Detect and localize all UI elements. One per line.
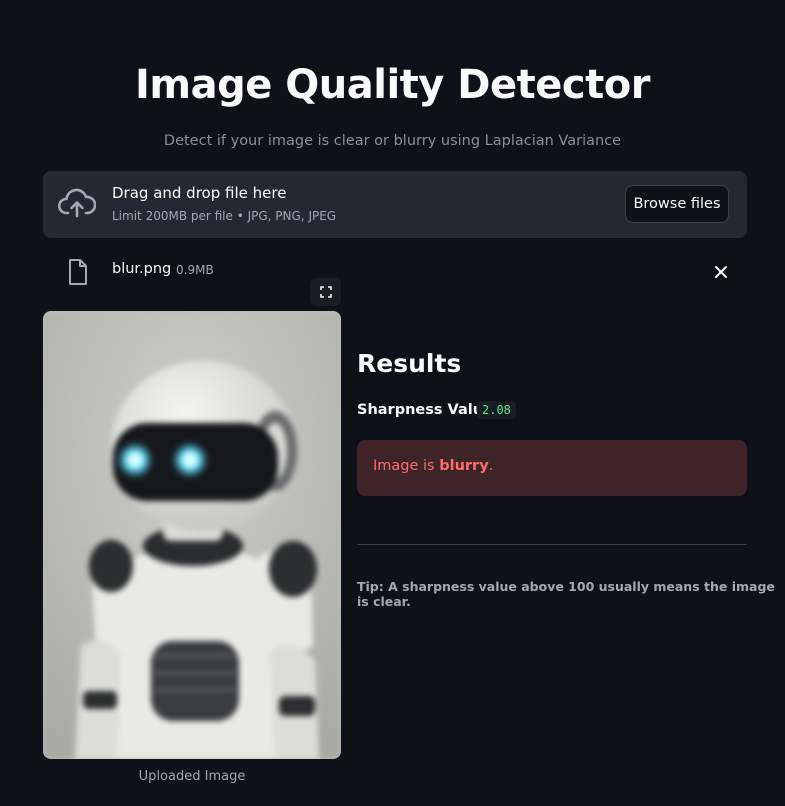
file-limit-text: Limit 200MB per file • JPG, PNG, JPEG (112, 209, 337, 223)
blurry-error-alert: Image is blurry. (357, 440, 747, 496)
file-icon (67, 258, 89, 286)
drop-instructions: Drag and drop file here (112, 184, 287, 202)
divider (357, 544, 747, 545)
cloud-upload-icon (57, 188, 97, 220)
results-heading: Results (357, 349, 462, 378)
page-title: Image Quality Detector (135, 62, 650, 108)
sharpness-value: 2.08 (477, 401, 516, 419)
alert-prefix: Image is (373, 458, 440, 474)
file-name: blur.png (112, 261, 172, 277)
file-size: 0.9MB (176, 263, 214, 277)
fullscreen-button[interactable] (310, 278, 341, 306)
fullscreen-icon (319, 283, 332, 302)
page-subtitle: Detect if your image is clear or blurry … (163, 133, 622, 149)
tip-text: Tip: A sharpness value above 100 usually… (357, 579, 775, 609)
alert-suffix: . (488, 458, 494, 474)
uploaded-file-item: blur.png 0.9MB (43, 254, 747, 290)
uploaded-image (43, 311, 341, 759)
close-icon[interactable] (710, 261, 732, 283)
file-uploader-dropzone[interactable]: Drag and drop file here Limit 200MB per … (43, 171, 747, 238)
alert-status: blurry (439, 458, 489, 474)
browse-files-button[interactable]: Browse files (625, 185, 729, 223)
app-page: Image Quality Detector Detect if your im… (0, 0, 785, 806)
image-caption: Uploaded Image (138, 769, 246, 784)
